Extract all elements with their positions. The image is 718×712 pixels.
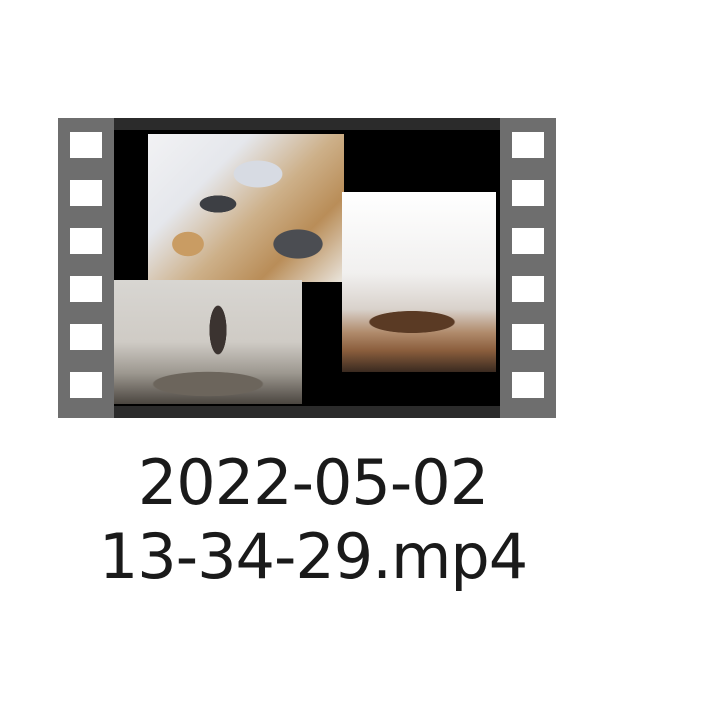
sprocket-hole (512, 180, 544, 206)
thumbnail-tile (114, 280, 302, 404)
film-sprocket-rail-right (500, 118, 556, 418)
file-name-line-1: 2022-05-02 (137, 446, 489, 519)
sprocket-hole (70, 228, 102, 254)
sprocket-hole (512, 276, 544, 302)
sprocket-hole (70, 324, 102, 350)
sprocket-hole (70, 180, 102, 206)
sprocket-hole (512, 228, 544, 254)
thumbnail-tile (148, 134, 344, 282)
file-name-label[interactable]: 2022-05-02 13-34-29.mp4 (58, 446, 568, 594)
file-name-line-2: 13-34-29.mp4 (98, 520, 528, 593)
video-file-item[interactable]: 2022-05-02 13-34-29.mp4 (0, 0, 718, 712)
sprocket-hole (512, 132, 544, 158)
thumbnail-tile (342, 192, 496, 372)
film-sprocket-rail-left (58, 118, 114, 418)
sprocket-hole (70, 372, 102, 398)
video-file-icon (58, 118, 556, 418)
sprocket-hole (512, 324, 544, 350)
sprocket-hole (512, 372, 544, 398)
sprocket-hole (70, 276, 102, 302)
sprocket-hole (70, 132, 102, 158)
video-thumbnail (114, 130, 500, 406)
